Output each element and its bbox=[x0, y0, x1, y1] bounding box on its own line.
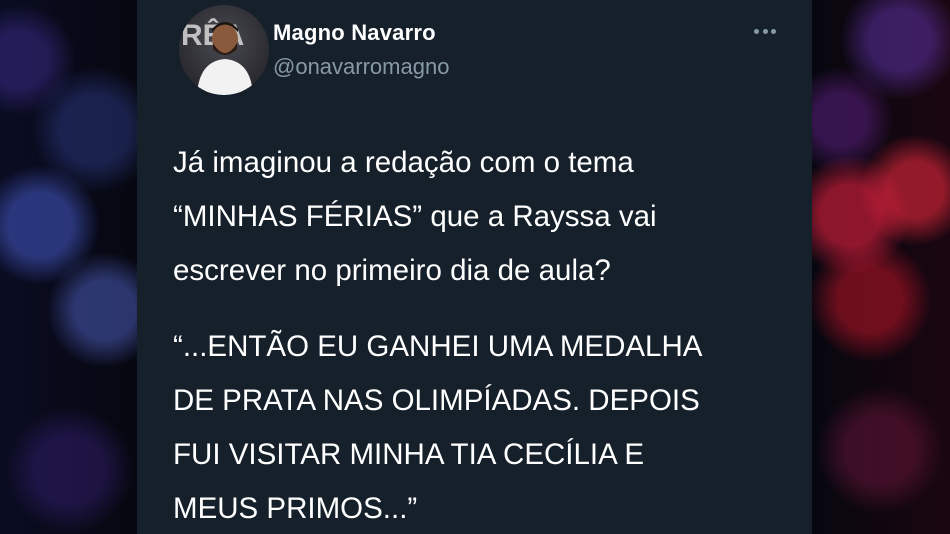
ellipsis-icon[interactable] bbox=[750, 21, 780, 41]
tweet-paragraph: “...ENTÃO EU GANHEI UMA MEDALHA DE PRATA… bbox=[173, 320, 803, 534]
author-name[interactable]: Magno Navarro bbox=[273, 20, 436, 46]
tweet-card: RÊA Magno Navarro @onavarromagno Já imag… bbox=[137, 0, 812, 534]
ellipsis-dot bbox=[754, 28, 759, 34]
tweet-paragraph: Já imaginou a redação com o tema “MINHAS… bbox=[173, 136, 803, 298]
tweet-line: “...ENTÃO EU GANHEI UMA MEDALHA bbox=[173, 330, 703, 363]
tweet-line: DE PRATA NAS OLIMPÍADAS. DEPOIS bbox=[173, 384, 700, 417]
author-avatar[interactable]: RÊA bbox=[179, 5, 269, 95]
tweet-line: escrever no primeiro dia de aula? bbox=[173, 254, 611, 287]
ellipsis-dot bbox=[762, 28, 768, 34]
profile-photo-icon: RÊA bbox=[181, 18, 253, 95]
ellipsis-dot bbox=[771, 28, 776, 34]
author-handle[interactable]: @onavarromagno bbox=[273, 54, 449, 80]
tweet-line: FUI VISITAR MINHA TIA CECÍLIA E bbox=[173, 438, 645, 471]
tweet-line: MEUS PRIMOS...” bbox=[173, 492, 418, 525]
tweet-line: Já imaginou a redação com o tema bbox=[173, 146, 634, 179]
tweet-line: “MINHAS FÉRIAS” que a Rayssa vai bbox=[173, 200, 657, 233]
tweet-text: Já imaginou a redação com o tema “MINHAS… bbox=[173, 136, 803, 534]
